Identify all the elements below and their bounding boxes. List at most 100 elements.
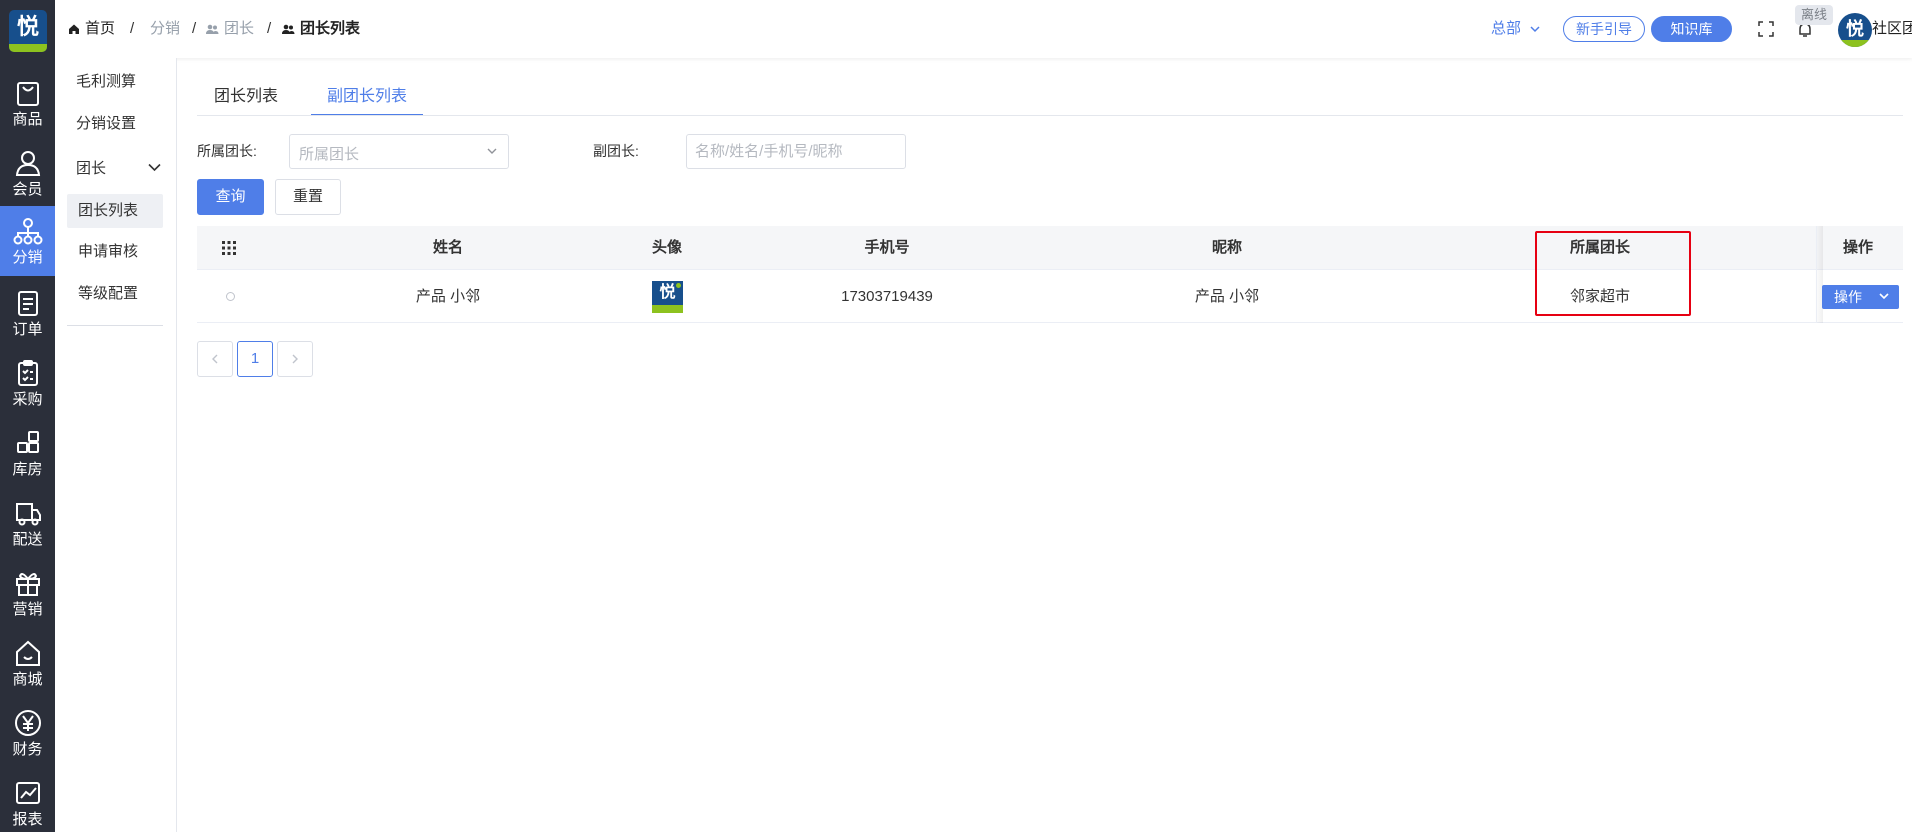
grid-icon[interactable] (222, 241, 236, 255)
subnav-item-application-review[interactable]: 申请审核 (67, 235, 163, 269)
row-operation-label: 操作 (1834, 289, 1862, 305)
column-header-operations: 操作 (1842, 239, 1873, 256)
nav-distribution-label: 分销 (12, 249, 43, 266)
truck-icon (15, 503, 41, 526)
nav-delivery[interactable]: 配送 (0, 488, 55, 558)
leader-filter-label: 所属团长: (197, 143, 257, 159)
nav-goods[interactable]: 商品 (0, 68, 55, 138)
nav-orders[interactable]: 订单 (0, 278, 55, 348)
breadcrumb-home[interactable]: 首页 (68, 19, 115, 39)
row-select-radio[interactable] (226, 292, 235, 301)
row-phone: 17303719439 (841, 288, 933, 305)
logo-stripe (9, 44, 47, 52)
fullscreen-icon[interactable] (1758, 21, 1774, 37)
nav-warehouse-label: 库房 (12, 461, 43, 478)
row-leader: 邻家超市 (1569, 288, 1630, 305)
knowledge-base-button[interactable]: 知识库 (1651, 16, 1732, 42)
nav-marketing-label: 营销 (12, 601, 43, 618)
logo-stripe (1838, 40, 1872, 47)
app-logo-char: 悦 (16, 14, 39, 39)
offline-badge: 离线 (1795, 5, 1833, 25)
document-icon (17, 291, 38, 316)
users-icon (206, 24, 219, 34)
chevron-down-icon (487, 148, 497, 154)
column-header-name: 姓名 (432, 239, 463, 256)
breadcrumb-separator: / (130, 20, 135, 37)
warehouse-icon (16, 431, 39, 453)
users-icon (282, 24, 295, 34)
tabs-divider (197, 115, 1903, 116)
breadcrumb-home-label: 首页 (85, 20, 116, 37)
row-avatar: 悦 (652, 281, 683, 313)
subnav-item-level-config[interactable]: 等级配置 (67, 277, 163, 311)
nav-mall-label: 商城 (12, 671, 43, 688)
column-header-avatar: 头像 (651, 239, 682, 256)
pagination-next-button[interactable] (277, 341, 313, 377)
deputy-search-input[interactable] (686, 134, 906, 169)
avatar-char: 悦 (1846, 19, 1864, 39)
column-header-leader: 所属团长 (1569, 239, 1630, 256)
row-operation-dropdown[interactable]: 操作 (1822, 285, 1899, 309)
app-logo[interactable]: 悦 (9, 10, 47, 52)
user-avatar[interactable]: 悦 (1838, 13, 1872, 47)
query-button[interactable]: 查询 (197, 179, 264, 215)
breadcrumb-separator: / (267, 20, 272, 37)
gift-icon (15, 573, 40, 596)
org-switcher[interactable]: 总部 (1491, 19, 1540, 39)
user-name: 社区团购 (1872, 20, 1912, 37)
yen-icon (14, 710, 41, 736)
table-header: 姓名 头像 手机号 昵称 所属团长 操作 (197, 226, 1903, 270)
nav-marketing[interactable]: 营销 (0, 558, 55, 628)
network-icon (13, 218, 42, 245)
bag-icon (16, 82, 39, 106)
pagination-page-current[interactable]: 1 (237, 341, 273, 377)
subnav-group-label: 团长 (76, 160, 107, 177)
subnav-divider (67, 325, 163, 326)
reset-button[interactable]: 重置 (275, 179, 341, 215)
chevron-right-icon (292, 354, 298, 364)
subnav-item-profit-calc[interactable]: 毛利测算 (67, 65, 163, 99)
nav-purchase[interactable]: 采购 (0, 348, 55, 418)
leader-select-placeholder: 所属团长 (299, 146, 360, 163)
subnav-item-leader-group[interactable]: 团长 (67, 152, 163, 186)
row-name: 产品 小邻 (415, 288, 481, 305)
chevron-down-icon (1879, 293, 1889, 300)
nav-finance[interactable]: 财务 (0, 698, 55, 768)
guide-button[interactable]: 新手引导 (1563, 16, 1645, 42)
row-nickname: 产品 小邻 (1194, 288, 1260, 305)
pagination-prev-button[interactable] (197, 341, 233, 377)
leader-select[interactable]: 所属团长 (289, 134, 509, 169)
nav-warehouse[interactable]: 库房 (0, 418, 55, 488)
subnav-item-leader-list[interactable]: 团长列表 (67, 194, 163, 228)
nav-orders-label: 订单 (12, 321, 43, 338)
tab-deputy-leader-list[interactable]: 副团长列表 (311, 85, 423, 116)
chevron-down-icon (1530, 26, 1540, 33)
breadcrumb-current-label: 团长列表 (300, 20, 361, 37)
nav-reports[interactable]: 报表 (0, 768, 55, 832)
row-avatar-dot (676, 283, 681, 288)
breadcrumb-current: 团长列表 (281, 19, 360, 39)
nav-reports-label: 报表 (12, 811, 43, 828)
breadcrumb-leader[interactable]: 团长 (205, 19, 254, 39)
breadcrumb-leader-label: 团长 (224, 20, 255, 37)
top-bar: 首页 / 分销 / 团长 / 团长列表 总部 新手引导 知识库 离线 悦 社区团… (55, 0, 1912, 58)
nav-distribution[interactable]: 分销 (0, 206, 55, 276)
tab-leader-list[interactable]: 团长列表 (214, 85, 278, 115)
main-nav-rail: 悦 商品 会员 分销 订单 采购 库房 配送 营销 商城 财务 报表 (0, 0, 55, 832)
logo-stripe (652, 305, 683, 313)
column-header-nickname: 昵称 (1211, 239, 1242, 256)
subnav-item-distribution-settings[interactable]: 分销设置 (67, 107, 163, 141)
home-icon (69, 24, 79, 34)
nav-members-label: 会员 (12, 181, 43, 198)
nav-purchase-label: 采购 (12, 391, 43, 408)
home-icon (15, 640, 40, 666)
fixed-column-border (1816, 226, 1817, 323)
table-row: 产品 小邻 悦 17303719439 产品 小邻 邻家超市 (197, 270, 1903, 323)
nav-finance-label: 财务 (12, 741, 43, 758)
column-header-phone: 手机号 (864, 239, 910, 256)
nav-mall[interactable]: 商城 (0, 628, 55, 698)
breadcrumb-distribution[interactable]: 分销 (150, 19, 180, 39)
chevron-down-icon (148, 163, 161, 172)
nav-members[interactable]: 会员 (0, 138, 55, 208)
user-menu[interactable]: 社区团购 (1872, 19, 1912, 39)
